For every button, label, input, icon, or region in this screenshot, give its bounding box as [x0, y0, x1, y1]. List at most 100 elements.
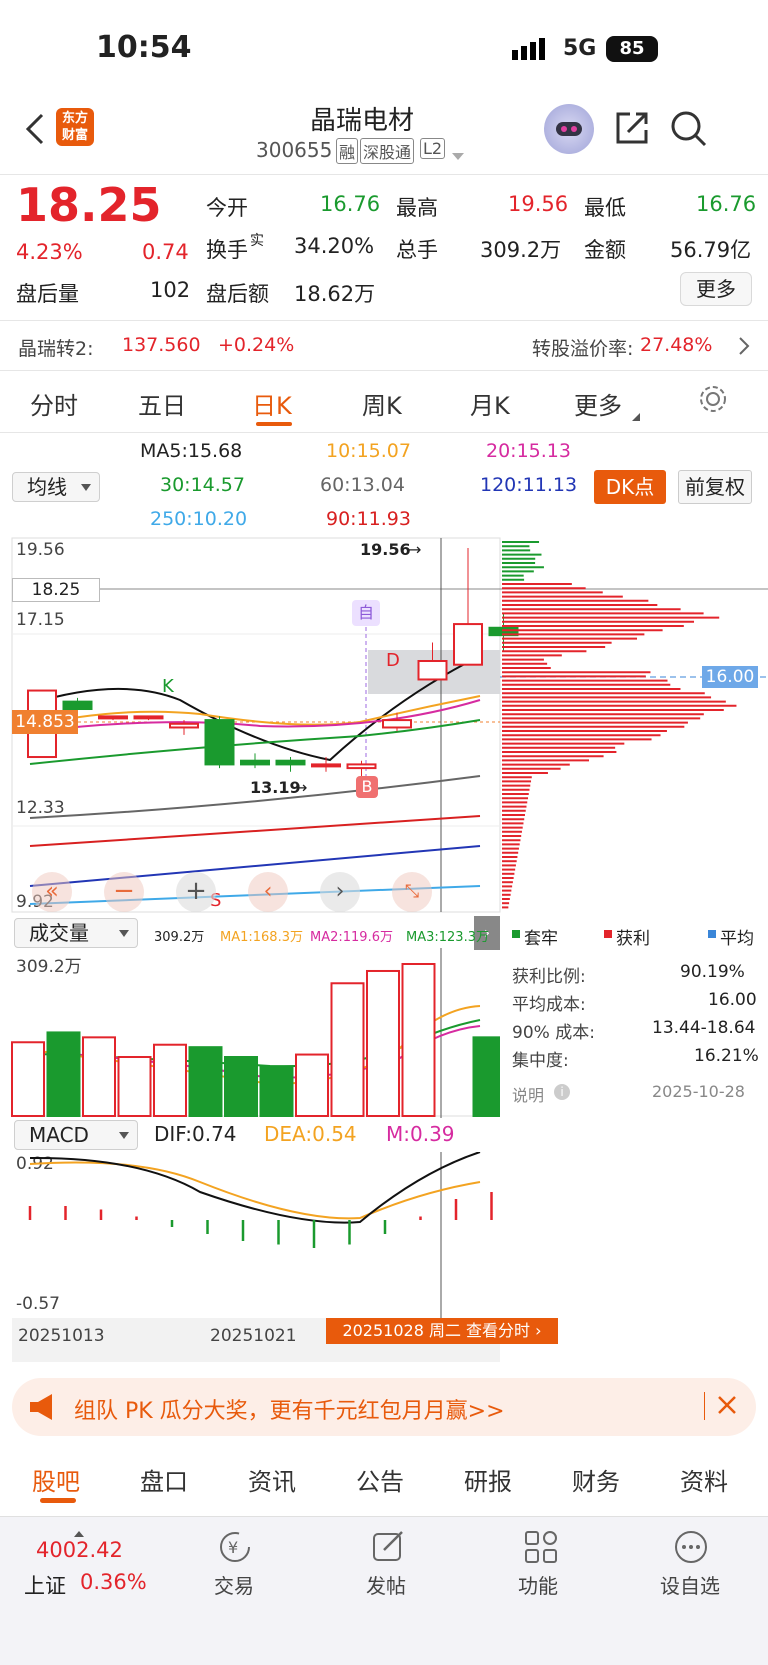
self-marker: 自 [352, 600, 380, 626]
last-price: 18.25 [16, 178, 162, 232]
high-marker: 19.56 [360, 540, 411, 559]
next-icon[interactable]: › [320, 872, 360, 912]
legend-trapped-swatch [512, 930, 520, 938]
after-amount-value: 18.62万 [294, 278, 375, 308]
tab-wuri[interactable]: 五日 [138, 386, 186, 421]
ma20-value: 20:15.13 [486, 440, 571, 462]
candle-body [312, 764, 340, 766]
add-watchlist-label[interactable]: 设自选 [660, 1570, 720, 1599]
tab-more[interactable]: 更多 [574, 386, 622, 421]
index-name: 上证 [24, 1570, 66, 1600]
expand-icon[interactable]: ⤡ [392, 872, 432, 912]
tab-rik[interactable]: 日K [252, 386, 292, 421]
zoom-in-icon[interactable]: + [176, 872, 216, 912]
add-watchlist-icon[interactable] [674, 1530, 708, 1564]
volume-bar [119, 1057, 151, 1116]
high-value: 19.56 [508, 192, 568, 216]
trade-icon[interactable]: ¥ [218, 1530, 252, 1564]
dk-button[interactable]: DK点 [594, 470, 666, 504]
index-value[interactable]: 4002.42 [36, 1538, 123, 1562]
candle-body [99, 716, 127, 718]
volume-bar [296, 1055, 328, 1116]
tab-guba[interactable]: 股吧 [32, 1462, 80, 1497]
tab-zhouk[interactable]: 周K [362, 386, 402, 421]
candle-body [419, 661, 447, 679]
function-icon[interactable] [524, 1530, 558, 1564]
premium-value: 27.48% [640, 334, 712, 356]
post-label[interactable]: 发帖 [366, 1570, 406, 1599]
chevron-down-icon[interactable] [452, 146, 464, 154]
profit-ratio-label: 获利比例: [512, 962, 586, 987]
function-label[interactable]: 功能 [518, 1570, 558, 1599]
tab-yuek[interactable]: 月K [470, 386, 510, 421]
close-icon[interactable] [716, 1394, 738, 1416]
info-icon[interactable]: i [554, 1084, 570, 1100]
tab-gonggao[interactable]: 公告 [356, 1462, 404, 1497]
ma5-value: MA5:15.68 [140, 440, 242, 462]
macd-chart[interactable] [0, 1152, 500, 1322]
app-logo: 东方财富 [56, 108, 94, 146]
volume-chart[interactable] [0, 948, 500, 1118]
macd-m: M:0.39 [386, 1122, 455, 1146]
turnover-sup: 实 [250, 230, 264, 250]
macd-dea: DEA:0.54 [264, 1122, 357, 1146]
more-caret-icon [632, 406, 640, 414]
after-vol-label: 盘后量 [16, 278, 79, 308]
convert-bond-name[interactable]: 晶瑞转2: [18, 334, 94, 361]
convert-bond-change: +0.24% [218, 334, 294, 356]
candle-body [135, 716, 163, 718]
status-time: 10:54 [96, 30, 192, 65]
ma10-value: 10:15.07 [326, 440, 411, 462]
low-label: 最低 [584, 192, 626, 222]
candle-body [64, 702, 92, 709]
legend-avg: 平均 [720, 924, 754, 949]
svg-text:¥: ¥ [228, 1538, 238, 1557]
tab-pankou[interactable]: 盘口 [140, 1462, 188, 1497]
more-button[interactable]: 更多 [680, 272, 752, 306]
page-title: 晶瑞电材 [310, 100, 414, 137]
back-icon[interactable] [22, 112, 50, 146]
turnover-label: 换手 [206, 234, 248, 264]
fuquan-button[interactable]: 前复权 [678, 470, 752, 504]
prev-icon[interactable]: ‹ [248, 872, 288, 912]
after-amount-label: 盘后额 [206, 278, 269, 308]
macd-select[interactable]: MACD [14, 1120, 138, 1150]
view-intraday-button[interactable]: 20251028 周二 查看分时 › [326, 1318, 558, 1344]
cost90-label: 90% 成本: [512, 1018, 595, 1043]
tab-yanbao[interactable]: 研报 [464, 1462, 512, 1497]
tab-fenshi[interactable]: 分时 [30, 386, 78, 421]
signal-icon [512, 36, 552, 60]
trade-label[interactable]: 交易 [214, 1570, 254, 1599]
candle-body [348, 764, 376, 768]
search-icon[interactable] [670, 110, 708, 148]
volume-bar [225, 1057, 257, 1116]
chip-note[interactable]: 说明 [512, 1082, 544, 1106]
kline-chart[interactable] [0, 536, 768, 916]
chevron-right-icon[interactable] [738, 336, 750, 356]
high-label: 最高 [396, 192, 438, 222]
ma90-line [30, 816, 480, 846]
legend-trapped: 套牢 [524, 924, 558, 949]
caret-up-icon [74, 1522, 84, 1528]
share-icon[interactable] [614, 110, 650, 146]
ma20-line [30, 700, 480, 732]
rewind-icon[interactable]: « [32, 872, 72, 912]
turnover-value: 34.20% [294, 234, 374, 258]
k-signal: K [162, 676, 174, 697]
robot-avatar-icon[interactable] [544, 104, 594, 154]
post-icon[interactable] [372, 1530, 406, 1564]
y-axis-mid-low: 12.33 [16, 798, 65, 818]
promo-text[interactable]: 组队 PK 瓜分大奖，更有千元红包月月赢>> [74, 1393, 505, 1425]
legend-profit: 获利 [616, 924, 650, 949]
tab-zixun[interactable]: 资讯 [248, 1462, 296, 1497]
settings-icon[interactable] [698, 384, 728, 414]
zoom-out-icon[interactable]: − [104, 872, 144, 912]
tab-ziliao[interactable]: 资料 [680, 1462, 728, 1497]
tab-caiwu[interactable]: 财务 [572, 1462, 620, 1497]
change-pct: 4.23% [16, 240, 83, 264]
current-price-tag: 18.25 [12, 578, 100, 602]
low-value: 16.76 [696, 192, 756, 216]
ma-select[interactable]: 均线 [12, 472, 100, 502]
volume-select[interactable]: 成交量 [14, 918, 138, 948]
ma90-value: 90:11.93 [326, 508, 411, 530]
